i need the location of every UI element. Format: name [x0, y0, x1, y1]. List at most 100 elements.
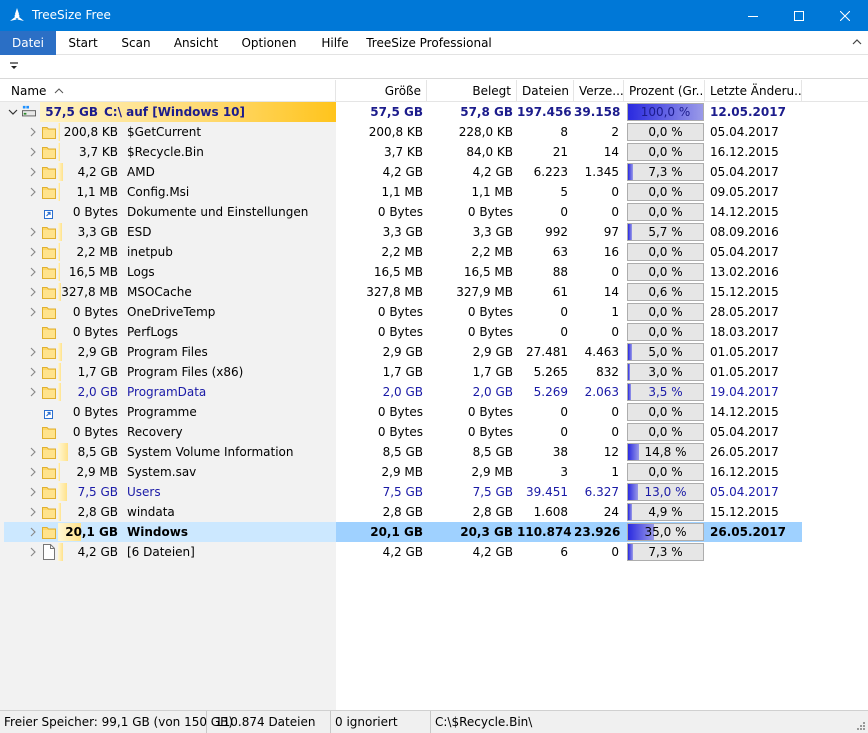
cell-size: 200,8 KB: [368, 125, 423, 139]
maximize-button[interactable]: [776, 0, 822, 31]
chevron-down-icon[interactable]: [8, 107, 18, 117]
percent-bar: 0,0 %: [627, 183, 704, 201]
cell-size: 20,1 GB: [370, 525, 423, 539]
menu-start[interactable]: Start: [60, 31, 106, 55]
table-row[interactable]: 4,2 GB [6 Dateien] 4,2 GB 4,2 GB 6 0 7,3 %: [0, 542, 868, 562]
chevron-right-icon[interactable]: [28, 467, 38, 477]
table-row[interactable]: 200,8 KB $GetCurrent 200,8 KB 228,0 KB 8 2 0,0…: [0, 122, 868, 142]
tree-name-label: Windows: [127, 525, 188, 539]
table-row[interactable]: 3,3 GB ESD 3,3 GB 3,3 GB 992 97 5,7 % 08.09.201…: [0, 222, 868, 242]
percent-bar: 3,5 %: [627, 383, 704, 401]
chevron-right-icon[interactable]: [28, 307, 38, 317]
cell-files: 61: [552, 285, 568, 299]
resize-grip-icon[interactable]: [856, 721, 866, 731]
chevron-right-icon[interactable]: [28, 547, 38, 557]
chevron-right-icon[interactable]: [28, 367, 38, 377]
cell-files: 6: [560, 545, 568, 559]
chevron-right-icon[interactable]: [28, 267, 38, 277]
menu-ansicht[interactable]: Ansicht: [168, 31, 224, 55]
table-row[interactable]: 1,7 GB Program Files (x86) 1,7 GB 1,7 GB 5.2…: [0, 362, 868, 382]
chevron-right-icon[interactable]: [28, 487, 38, 497]
column-name[interactable]: Name: [6, 80, 336, 102]
table-row[interactable]: 2,0 GB ProgramData 2,0 GB 2,0 GB 5.269 2.063 3…: [0, 382, 868, 402]
column-files[interactable]: Dateien: [517, 80, 574, 102]
table-row[interactable]: 2,9 MB System.sav 2,9 MB 2,9 MB 3 1 0,0 % 16.12…: [0, 462, 868, 482]
chevron-right-icon[interactable]: [28, 287, 38, 297]
percent-bar: 0,0 %: [627, 203, 704, 221]
cell-modified: 05.04.2017: [710, 165, 779, 179]
minimize-icon: [748, 15, 758, 17]
menu-treesize-professional[interactable]: TreeSize Professional: [366, 31, 492, 55]
tree-size-label: 2,9 MB: [76, 465, 118, 479]
column-folders[interactable]: Verze...: [574, 80, 624, 102]
cell-allocated: 1,1 MB: [471, 185, 513, 199]
menu-datei[interactable]: Datei: [0, 31, 56, 55]
cell-allocated: 0 Bytes: [467, 305, 513, 319]
tree-name-label: ESD: [127, 225, 152, 239]
table-row[interactable]: 0 Bytes PerfLogs 0 Bytes 0 Bytes 0 0 0,0 % 18.0…: [0, 322, 868, 342]
close-button[interactable]: [822, 0, 868, 31]
table-row[interactable]: 20,1 GB Windows 20,1 GB 20,3 GB 110.874 23.92…: [0, 522, 868, 542]
table-row[interactable]: 2,8 GB windata 2,8 GB 2,8 GB 1.608 24 4,9 % 15.…: [0, 502, 868, 522]
chevron-right-icon[interactable]: [28, 247, 38, 257]
chevron-right-icon[interactable]: [28, 387, 38, 397]
column-percent[interactable]: Prozent (Gr...: [624, 80, 705, 102]
cell-size: 2,2 MB: [381, 245, 423, 259]
cell-allocated: 2,9 GB: [472, 345, 513, 359]
cell-files: 8: [560, 125, 568, 139]
chevron-right-icon[interactable]: [28, 187, 38, 197]
menu-optionen[interactable]: Optionen: [236, 31, 302, 55]
cell-allocated: 8,5 GB: [472, 445, 513, 459]
cell-modified: 15.12.2015: [710, 505, 779, 519]
table-row[interactable]: 327,8 MB MSOCache 327,8 MB 327,9 MB 61 14 0,6 …: [0, 282, 868, 302]
table-row[interactable]: 7,5 GB Users 7,5 GB 7,5 GB 39.451 6.327 13,0 %…: [0, 482, 868, 502]
cell-allocated: 2,0 GB: [472, 385, 513, 399]
table-row[interactable]: 0 Bytes Recovery 0 Bytes 0 Bytes 0 0 0,0 % 05.0…: [0, 422, 868, 442]
table-row[interactable]: 2,9 GB Program Files 2,9 GB 2,9 GB 27.481 4.4…: [0, 342, 868, 362]
menu-hilfe[interactable]: Hilfe: [314, 31, 356, 55]
tree-name-label: AMD: [127, 165, 155, 179]
tree-size-label: 2,0 GB: [77, 385, 118, 399]
cell-files: 21: [552, 145, 568, 159]
table-row[interactable]: 0 Bytes Dokumente und Einstellungen 0 Byte…: [0, 202, 868, 222]
table-row[interactable]: 4,2 GB AMD 4,2 GB 4,2 GB 6.223 1.345 7,3 % 05.0…: [0, 162, 868, 182]
chevron-right-icon[interactable]: [28, 447, 38, 457]
tree-size-label: 4,2 GB: [77, 545, 118, 559]
status-path: C:\$Recycle.Bin\: [435, 715, 533, 729]
table-row[interactable]: 16,5 MB Logs 16,5 MB 16,5 MB 88 0 0,0 % 13.02.2…: [0, 262, 868, 282]
chevron-right-icon[interactable]: [28, 127, 38, 137]
column-size[interactable]: Größe: [337, 80, 427, 102]
chevron-up-icon[interactable]: [852, 37, 862, 47]
chevron-right-icon[interactable]: [28, 347, 38, 357]
minimize-button[interactable]: [730, 0, 776, 31]
cell-size: 8,5 GB: [382, 445, 423, 459]
chevron-right-icon[interactable]: [28, 147, 38, 157]
cell-folders: 1.345: [584, 165, 619, 179]
percent-bar: 7,3 %: [627, 543, 704, 561]
table-row[interactable]: 1,1 MB Config.Msi 1,1 MB 1,1 MB 5 0 0,0 % 09.05…: [0, 182, 868, 202]
menu-scan[interactable]: Scan: [114, 31, 158, 55]
cell-modified: 05.04.2017: [710, 485, 779, 499]
chevron-right-icon[interactable]: [28, 167, 38, 177]
tree-root-row[interactable]: 57,5 GB C:\ auf [Windows 10] 57,5 GB 57,8 G…: [0, 102, 868, 122]
title-bar: TreeSize Free: [0, 0, 868, 31]
percent-bar: 13,0 %: [627, 483, 704, 501]
cell-files: 0: [560, 425, 568, 439]
column-modified[interactable]: Letzte Änderu...: [705, 80, 802, 102]
customize-toolbar-icon[interactable]: [9, 61, 19, 71]
table-row[interactable]: 2,2 MB inetpub 2,2 MB 2,2 MB 63 16 0,0 % 05.04.…: [0, 242, 868, 262]
table-row[interactable]: 3,7 KB $Recycle.Bin 3,7 KB 84,0 KB 21 14 0,0 %…: [0, 142, 868, 162]
tree-name-label: [6 Dateien]: [127, 545, 195, 559]
table-row[interactable]: 0 Bytes Programme 0 Bytes 0 Bytes 0 0 0,0 % 14.…: [0, 402, 868, 422]
chevron-right-icon[interactable]: [28, 527, 38, 537]
cell-modified: 16.12.2015: [710, 465, 779, 479]
column-allocated[interactable]: Belegt: [427, 80, 517, 102]
table-row[interactable]: 8,5 GB System Volume Information 8,5 GB 8,5…: [0, 442, 868, 462]
chevron-right-icon[interactable]: [28, 227, 38, 237]
tree-size-label: 200,8 KB: [63, 125, 118, 139]
tree-size-label: 0 Bytes: [72, 405, 118, 419]
table-row[interactable]: 0 Bytes OneDriveTemp 0 Bytes 0 Bytes 0 1 0,0 %…: [0, 302, 868, 322]
cell-files: 38: [552, 445, 568, 459]
chevron-right-icon[interactable]: [28, 507, 38, 517]
cell-allocated: 0 Bytes: [467, 205, 513, 219]
